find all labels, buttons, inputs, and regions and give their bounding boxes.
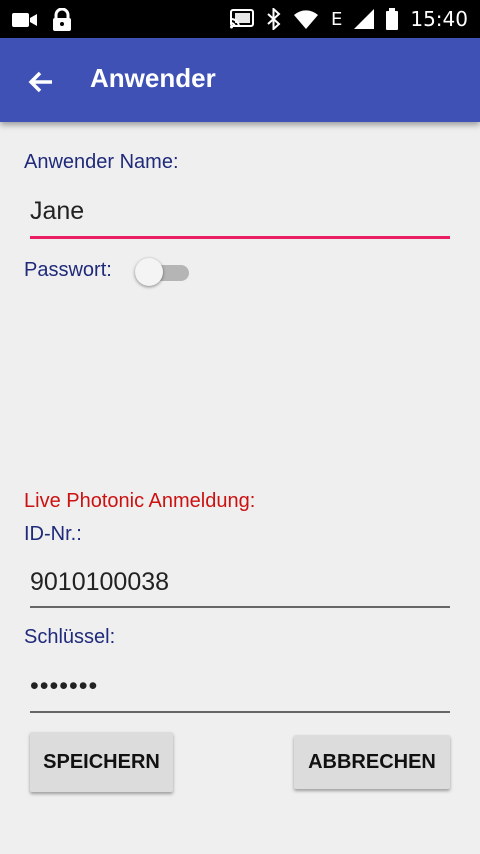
section-title: Live Photonic Anmeldung: <box>24 490 256 512</box>
username-underline <box>30 236 450 239</box>
password-toggle[interactable] <box>135 257 191 289</box>
bluetooth-icon <box>267 8 281 30</box>
password-label: Passwort: <box>24 259 112 281</box>
save-button[interactable]: SPEICHERN <box>30 732 173 792</box>
page-title: Anwender <box>90 63 216 93</box>
lock-icon <box>53 8 71 31</box>
back-button[interactable] <box>24 64 60 100</box>
status-time: 15:40 <box>410 7 468 31</box>
video-camera-icon <box>12 13 37 27</box>
username-input[interactable] <box>30 197 450 226</box>
id-underline <box>30 606 450 608</box>
id-input[interactable] <box>30 568 450 597</box>
username-label: Anwender Name: <box>24 151 179 173</box>
signal-icon <box>354 9 375 29</box>
key-underline <box>30 711 450 713</box>
app-bar: Anwender <box>0 38 480 122</box>
cancel-button[interactable]: ABBRECHEN <box>294 735 450 789</box>
arrow-back-icon <box>28 71 52 93</box>
cast-icon <box>229 9 254 29</box>
key-label: Schlüssel: <box>24 626 116 648</box>
wifi-icon <box>293 10 318 29</box>
id-label: ID-Nr.: <box>24 523 82 545</box>
status-bar: E 15:40 <box>0 0 480 38</box>
key-input[interactable]: ••••••• <box>30 672 450 701</box>
battery-icon <box>386 8 399 30</box>
toggle-thumb <box>135 258 163 286</box>
network-type-label: E <box>330 8 343 30</box>
